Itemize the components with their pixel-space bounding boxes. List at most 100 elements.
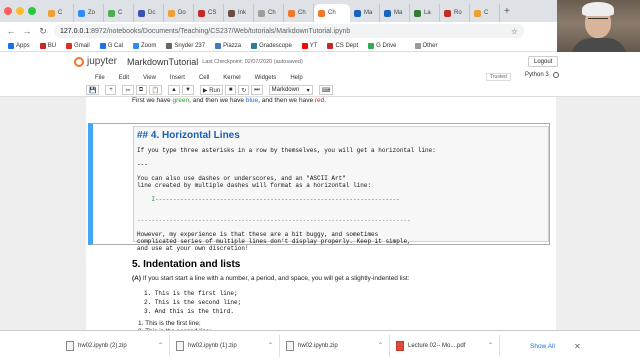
browser-tab[interactable]: Ro [440, 4, 470, 22]
maximize-window-button[interactable] [28, 7, 36, 15]
section-5-paragraph: (A) If you start start a line with a num… [132, 275, 409, 282]
chevron-up-icon[interactable]: ⌃ [158, 342, 163, 349]
bookmark-favicon-icon [39, 42, 46, 49]
cell-type-select[interactable]: Markdown ▾ [268, 85, 313, 95]
add-cell-icon[interactable]: + [105, 85, 117, 95]
menu-item[interactable]: Widgets [248, 75, 284, 81]
section-5-label: (A) [132, 275, 142, 282]
browser-tab[interactable]: Dc [134, 4, 164, 22]
cell-source-line [137, 203, 545, 210]
other-bookmarks[interactable]: Other [414, 42, 438, 49]
jupyter-menu-bar: File Edit View Insert Cell Kernel Widgets Help … [0, 71, 640, 84]
cell-source-line [137, 210, 545, 217]
cell-source-line: I---------------------------------------… [137, 196, 400, 203]
bookmark-item[interactable]: Snyder 237 [166, 42, 205, 49]
save-icon[interactable]: 💾 [86, 85, 100, 95]
menu-item[interactable]: File [88, 75, 112, 81]
browser-tab[interactable]: C [104, 4, 134, 22]
close-icon[interactable]: ✕ [574, 342, 581, 351]
tab-label: Do [178, 10, 186, 16]
forward-arrow-icon[interactable]: → [22, 26, 32, 36]
browser-tab[interactable]: C [44, 4, 74, 22]
tab-favicon-icon [414, 9, 421, 17]
url-host: 127.0.0.1 [60, 27, 90, 35]
move-down-icon[interactable]: ▼ [181, 85, 194, 95]
bookmark-label: Gmail [74, 42, 90, 49]
menu-item[interactable]: Edit [112, 75, 136, 81]
window-controls [4, 7, 36, 15]
cell-source-line: You can also use dashes or underscores, … [137, 175, 346, 182]
browser-tab[interactable]: CS [194, 4, 224, 22]
bookmark-item[interactable]: Zoom [133, 42, 156, 49]
code-line: 3. And this is the third. [144, 308, 235, 315]
bookmark-item[interactable]: YT [301, 42, 317, 49]
bookmark-item[interactable]: Piazza [215, 42, 241, 49]
menu-item[interactable]: Cell [192, 75, 216, 81]
chevron-up-icon[interactable]: ⌃ [268, 342, 273, 349]
notebook-name[interactable]: MarkdownTutorial [127, 57, 198, 67]
markdown-edit-cell[interactable]: ## 4. Horizontal Lines If you type three… [88, 123, 550, 252]
bookmark-item[interactable]: Apps [8, 42, 30, 49]
bookmark-item[interactable]: G Drive [368, 42, 397, 49]
download-item[interactable]: hw02.ipynb (2).zip ⌃ [60, 334, 170, 357]
zip-file-icon [66, 340, 74, 351]
move-up-icon[interactable]: ▲ [168, 85, 180, 95]
url-input[interactable]: 127.0.0.1 :8972/notebooks/Documents/Teac… [54, 24, 524, 38]
bookmark-item[interactable]: CS Dept [327, 42, 358, 49]
browser-tab[interactable]: Zo [74, 4, 104, 22]
restart-icon[interactable]: ↻ [238, 85, 250, 95]
chevron-up-icon[interactable]: ⌃ [378, 342, 383, 349]
trusted-badge[interactable]: Trusted [486, 73, 511, 81]
browser-tab[interactable]: Do [164, 4, 194, 22]
jupyter-logo[interactable]: jupyter [74, 56, 117, 67]
new-tab-button[interactable]: + [504, 6, 510, 17]
logout-button[interactable]: Logout [528, 56, 559, 67]
kernel-name[interactable]: Python 3 [525, 72, 549, 78]
browser-tab[interactable]: Ink [224, 4, 254, 22]
back-arrow-icon[interactable]: ← [6, 26, 16, 36]
download-item[interactable]: hw02.ipynb.zip ⌃ [280, 334, 390, 357]
copy-icon[interactable]: ⧉ [135, 85, 147, 95]
tab-favicon-icon [78, 9, 85, 17]
bookmark-item[interactable]: Gmail [66, 42, 90, 49]
browser-tab[interactable]: Ch [314, 4, 350, 22]
menu-item[interactable]: Insert [163, 75, 192, 81]
browser-tab[interactable]: La [410, 4, 440, 22]
tab-label: Ma [394, 10, 403, 16]
paste-icon[interactable]: 📋 [148, 85, 162, 95]
chevron-up-icon[interactable]: ⌃ [488, 342, 493, 349]
kernel-status-icon [552, 72, 559, 78]
cut-icon[interactable]: ✂ [122, 85, 134, 95]
code-line: 2. This is the second line; [144, 299, 242, 306]
browser-tab[interactable]: Ch [254, 4, 284, 22]
show-all-downloads-link[interactable]: Show All [530, 343, 555, 350]
stop-icon[interactable]: ■ [225, 85, 237, 95]
menu-item[interactable]: Help [283, 75, 309, 81]
bookmark-favicon-icon [8, 42, 14, 49]
download-item[interactable]: Lecture 02-- Mo....pdf ⌃ [390, 334, 500, 357]
minimize-window-button[interactable] [16, 7, 24, 15]
restart-run-all-icon[interactable]: ⏭ [251, 85, 263, 95]
close-window-button[interactable] [4, 7, 12, 15]
cell-source-line: complicated series of multiple lines don… [137, 238, 411, 245]
download-item[interactable]: hw02.ipynb (1).zip ⌃ [170, 334, 280, 357]
bookmark-label: BU [47, 42, 57, 49]
browser-tab[interactable]: C [470, 4, 500, 22]
cell-source-line: However, my experience is that these are… [137, 231, 379, 238]
markdown-source-editor[interactable]: ## 4. Horizontal Lines If you type three… [133, 126, 549, 252]
browser-tab[interactable]: Ma [380, 4, 410, 22]
section-5-text: If you start start a line with a number,… [141, 275, 410, 282]
command-palette-icon[interactable]: ⌨ [318, 85, 334, 95]
browser-tab[interactable]: Ma [350, 4, 380, 22]
cell-source-line: line created by multiple dashes will for… [137, 182, 372, 189]
reload-icon[interactable]: ↻ [38, 26, 48, 37]
bookmark-item[interactable]: Gradescope [251, 42, 292, 49]
bookmark-item[interactable]: BU [39, 42, 57, 49]
run-button[interactable]: ▶ Run [199, 85, 224, 95]
tab-favicon-icon [258, 9, 265, 17]
menu-item[interactable]: View [136, 75, 163, 81]
browser-tab[interactable]: Ch [284, 4, 314, 22]
menu-item[interactable]: Kernel [216, 75, 247, 81]
bookmark-star-icon[interactable]: ☆ [511, 27, 518, 36]
bookmark-item[interactable]: G Cal [99, 42, 123, 49]
